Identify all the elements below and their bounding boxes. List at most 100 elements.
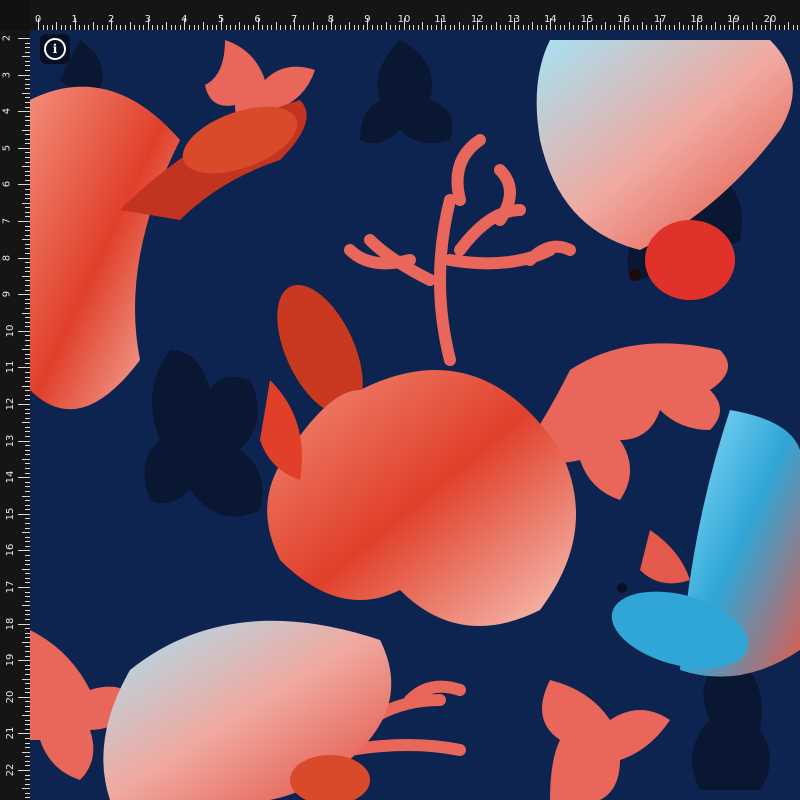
- ruler-tick: [339, 25, 341, 30]
- ruler-tick: [715, 22, 717, 30]
- ruler-tick: [18, 404, 30, 405]
- ruler-left-label: 5: [1, 144, 13, 151]
- ruler-tick: [25, 65, 30, 67]
- ruler-tick: [25, 692, 30, 694]
- ruler-tick: [25, 554, 30, 556]
- ruler-tick: [175, 25, 177, 30]
- ruler-tick: [25, 51, 30, 53]
- ruler-tick: [120, 25, 122, 30]
- ruler-tick: [25, 230, 30, 232]
- ruler-tick: [25, 358, 30, 360]
- ruler-tick: [166, 22, 168, 30]
- ruler-tick: [25, 390, 30, 392]
- info-button[interactable]: i: [40, 34, 70, 64]
- ruler-tick: [134, 25, 136, 30]
- ruler-tick: [25, 669, 30, 671]
- ruler-tick: [22, 129, 30, 131]
- ruler-tick: [18, 733, 30, 735]
- ruler-tick: [22, 678, 30, 680]
- ruler-tick: [436, 25, 438, 30]
- ruler-tick: [25, 619, 30, 621]
- ruler-tick: [25, 317, 30, 319]
- ruler-tick: [25, 120, 30, 122]
- ruler-left-label: 13: [4, 434, 16, 447]
- ruler-tick: [25, 632, 30, 634]
- ruler-left-label: 17: [4, 580, 16, 594]
- ruler-tick: [202, 22, 204, 30]
- ruler-tick: [25, 481, 30, 483]
- ruler-left-label: 7: [1, 217, 13, 225]
- ruler-tick: [88, 25, 90, 30]
- ruler-tick: [417, 25, 419, 30]
- ruler-tick: [22, 495, 30, 497]
- info-icon: i: [44, 38, 66, 60]
- ruler-tick: [25, 307, 30, 309]
- ruler-tick: [25, 664, 30, 666]
- ruler-left-label: 19: [4, 653, 16, 667]
- ruler-tick: [18, 74, 30, 76]
- ruler-tick: [216, 25, 218, 30]
- ruler-tick: [25, 143, 30, 145]
- ruler-tick: [25, 705, 30, 707]
- ruler-tick: [18, 367, 30, 369]
- ruler-tick: [25, 88, 30, 90]
- ruler-tick: [783, 25, 785, 30]
- red-betta-fish-center: [260, 284, 576, 626]
- ruler-tick: [25, 225, 30, 227]
- ruler-tick: [25, 161, 30, 163]
- ruler-tick: [25, 243, 30, 245]
- ruler-tick: [399, 25, 401, 30]
- ruler-tick: [25, 376, 30, 378]
- ruler-tick: [25, 609, 30, 611]
- ruler-tick: [522, 25, 524, 30]
- ruler-tick: [25, 413, 30, 415]
- ruler-tick: [193, 25, 195, 30]
- fabric-pattern-canvas: [30, 30, 800, 800]
- fabric-preview-viewer: 01234567891011121314151617181920 2 3 4 5 6 7 8…: [0, 0, 800, 800]
- ruler-tick: [705, 25, 707, 30]
- ruler-tick: [38, 18, 39, 30]
- ruler-tick: [376, 25, 378, 30]
- ruler-tick: [22, 202, 30, 204]
- ruler-tick: [18, 696, 30, 698]
- ruler-tick: [25, 193, 30, 195]
- ruler-tick: [25, 353, 30, 355]
- ruler-tick: [25, 527, 30, 529]
- ruler-tick: [573, 25, 575, 30]
- ruler-tick: [115, 25, 117, 30]
- ruler-tick: [25, 774, 30, 776]
- ruler-tick: [25, 719, 30, 721]
- ruler-tick: [25, 417, 30, 419]
- ruler-tick: [774, 25, 776, 30]
- ruler-tick: [18, 660, 30, 662]
- ruler-left-label: 14: [4, 470, 16, 484]
- ruler-tick: [25, 600, 30, 602]
- ruler-tick: [527, 25, 529, 30]
- ruler-tick: [454, 25, 456, 30]
- ruler-left-label: 10: [4, 324, 16, 338]
- ruler-tick: [25, 673, 30, 675]
- ruler-tick: [431, 25, 433, 30]
- ruler-tick: [18, 770, 30, 771]
- ruler-tick: [25, 646, 30, 648]
- ruler-tick: [18, 623, 30, 625]
- ruler-tick: [701, 25, 703, 30]
- ruler-tick: [25, 728, 30, 730]
- ruler-left-label: 20: [4, 690, 16, 704]
- ruler-tick: [371, 25, 373, 30]
- ruler-tick: [422, 22, 424, 30]
- ruler-tick: [587, 18, 588, 30]
- ruler-left-label: 3: [1, 71, 13, 78]
- ruler-tick: [18, 257, 30, 259]
- ruler-tick: [22, 788, 30, 790]
- ruler-tick: [25, 655, 30, 657]
- ruler-tick: [765, 25, 767, 30]
- ruler-tick: [596, 25, 598, 30]
- ruler-tick: [70, 25, 72, 30]
- ruler-tick: [25, 394, 30, 396]
- ruler-tick: [18, 440, 30, 442]
- ruler-tick: [22, 349, 30, 351]
- ruler-tick: [353, 25, 355, 30]
- ruler-tick: [60, 25, 62, 30]
- ruler-tick: [25, 289, 30, 291]
